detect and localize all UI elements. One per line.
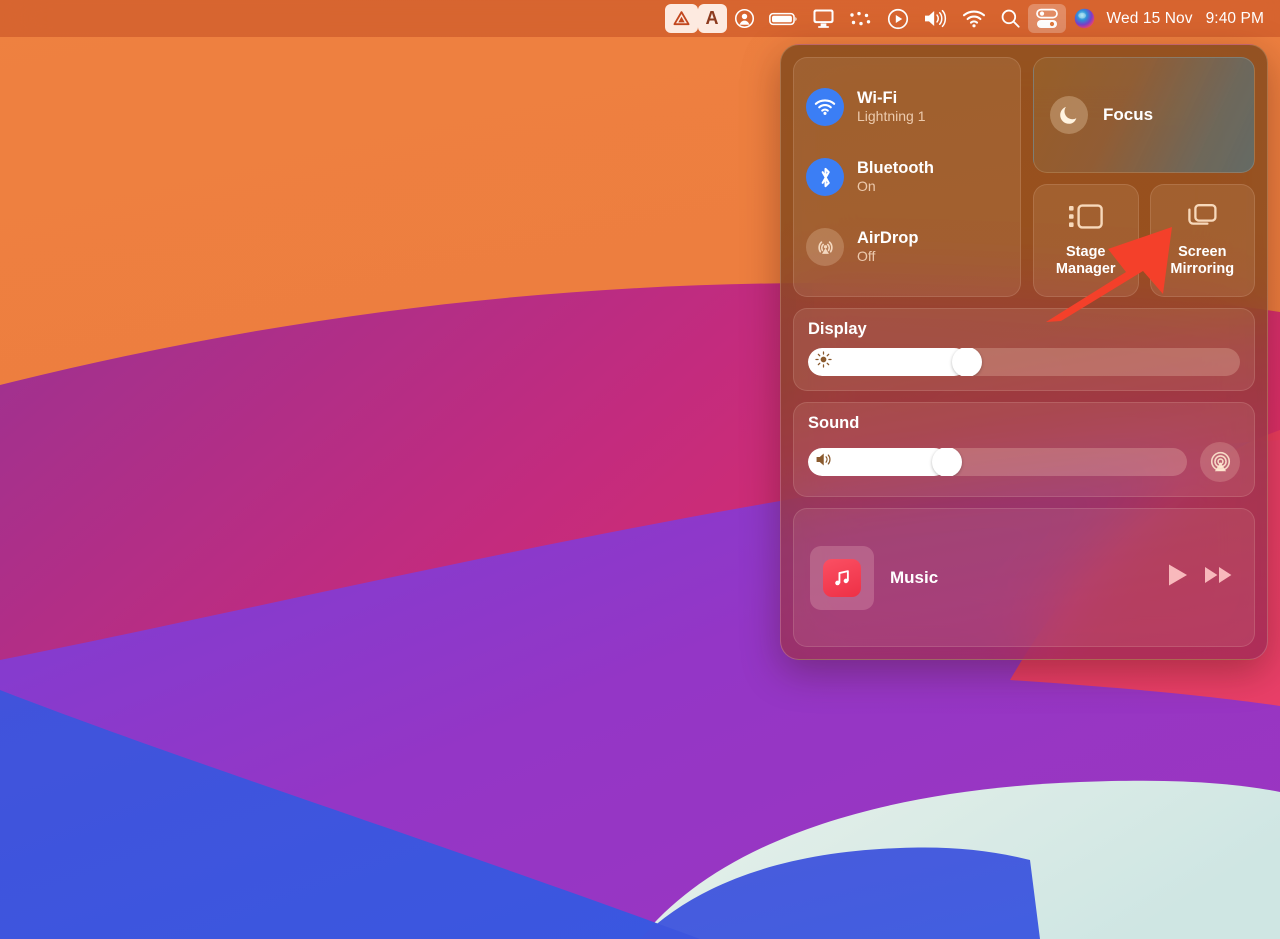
dots-icon[interactable] (842, 4, 880, 33)
display-slider-wrap (808, 348, 1240, 376)
play-icon[interactable] (1166, 562, 1190, 593)
airdrop-status: Off (857, 249, 918, 265)
stage-manager-icon (1069, 203, 1103, 235)
focus-label: Focus (1103, 105, 1153, 125)
drive-triangle-icon[interactable] (665, 4, 698, 33)
airdrop-row[interactable]: AirDrop Off (806, 228, 1008, 266)
airdrop-label: AirDrop (857, 229, 918, 247)
control-center-panel: Wi-Fi Lightning 1 Bluetooth On (780, 44, 1268, 660)
volume-icon[interactable] (916, 4, 955, 33)
sound-slider-knob[interactable] (932, 448, 962, 476)
desktop-screen: A (0, 0, 1280, 939)
airdrop-icon[interactable] (806, 228, 844, 266)
menu-bar-clock[interactable]: Wed 15 Nov 9:40 PM (1103, 10, 1270, 28)
clock-date: Wed 15 Nov (1107, 10, 1193, 28)
music-controls (1166, 562, 1238, 593)
display-slider-fill (808, 348, 968, 376)
display-title: Display (808, 320, 1240, 339)
wifi-icon[interactable] (806, 88, 844, 126)
focus-tile[interactable]: Focus (1033, 57, 1255, 173)
sound-module: Sound (793, 402, 1255, 497)
wifi-text: Wi-Fi Lightning 1 (857, 89, 926, 125)
user-account-icon[interactable] (727, 4, 762, 33)
sound-slider-fill (808, 448, 948, 476)
sound-title: Sound (808, 414, 1240, 433)
wifi-label: Wi-Fi (857, 89, 926, 107)
wifi-icon[interactable] (955, 4, 993, 33)
display-brightness-slider[interactable] (808, 348, 1240, 376)
screen-mirroring-label: Screen Mirroring (1157, 244, 1249, 277)
sound-slider-wrap (808, 442, 1240, 482)
music-artwork (810, 546, 874, 610)
screen-mirroring-tile[interactable]: Screen Mirroring (1150, 184, 1256, 297)
bluetooth-row[interactable]: Bluetooth On (806, 158, 1008, 196)
display-icon[interactable] (805, 4, 842, 33)
bluetooth-status: On (857, 179, 934, 195)
music-module[interactable]: Music (793, 508, 1255, 647)
clock-time: 9:40 PM (1206, 10, 1264, 28)
airplay-audio-icon[interactable] (1200, 442, 1240, 482)
wifi-row[interactable]: Wi-Fi Lightning 1 (806, 88, 1008, 126)
music-title: Music (890, 568, 1150, 588)
menu-bar: A (0, 0, 1280, 37)
bluetooth-label: Bluetooth (857, 159, 934, 177)
adobe-a-glyph: A (706, 4, 719, 33)
display-slider-knob[interactable] (952, 348, 982, 376)
wifi-status: Lightning 1 (857, 109, 926, 125)
moon-icon (1050, 96, 1088, 134)
sound-volume-slider[interactable] (808, 448, 1187, 476)
speaker-icon (815, 451, 836, 473)
siri-icon[interactable] (1066, 4, 1103, 33)
connectivity-module: Wi-Fi Lightning 1 Bluetooth On (793, 57, 1021, 297)
quick-tiles-row: Stage Manager Screen Mirroring (1033, 184, 1255, 297)
adobe-a-icon[interactable]: A (698, 4, 727, 33)
stage-manager-tile[interactable]: Stage Manager (1033, 184, 1139, 297)
fast-forward-icon[interactable] (1204, 564, 1234, 591)
play-circle-icon[interactable] (880, 4, 916, 33)
search-icon[interactable] (993, 4, 1028, 33)
brightness-icon (815, 351, 832, 373)
stage-manager-label: Stage Manager (1040, 244, 1132, 277)
display-module: Display (793, 308, 1255, 391)
control-center-right-column: Focus (1033, 57, 1255, 297)
screen-mirroring-icon (1187, 203, 1218, 235)
bluetooth-text: Bluetooth On (857, 159, 934, 195)
control-center-top-row: Wi-Fi Lightning 1 Bluetooth On (793, 57, 1255, 297)
battery-icon[interactable] (762, 4, 805, 33)
airdrop-text: AirDrop Off (857, 229, 918, 265)
music-app-icon (823, 559, 861, 597)
control-center-icon[interactable] (1028, 4, 1066, 33)
bluetooth-icon[interactable] (806, 158, 844, 196)
